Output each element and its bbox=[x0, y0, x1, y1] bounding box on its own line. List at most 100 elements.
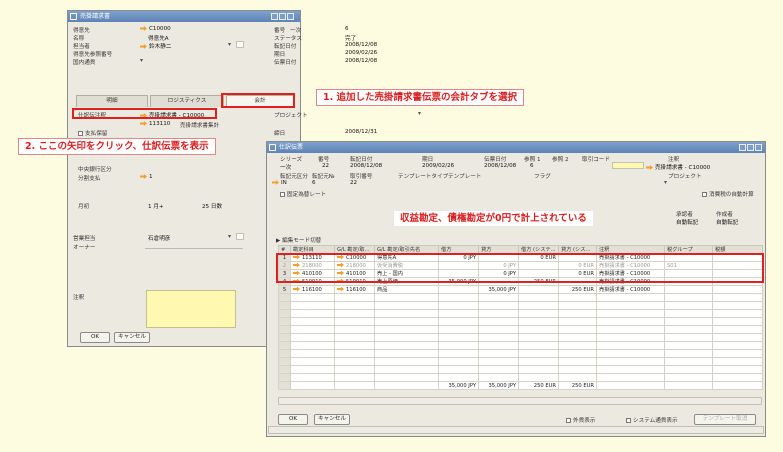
tab-logistics[interactable]: ロジスティクス bbox=[150, 95, 224, 107]
journal-remark-value[interactable]: 売掛請求書 - C10000 bbox=[646, 163, 710, 171]
document-date[interactable]: 2008/12/08 bbox=[345, 58, 377, 64]
table-cell bbox=[518, 309, 559, 318]
due-date-value[interactable]: 2009/02/26 bbox=[422, 163, 454, 169]
empty-row[interactable] bbox=[278, 293, 763, 302]
owner-field[interactable] bbox=[145, 242, 243, 249]
doc-number[interactable]: 6 bbox=[345, 26, 349, 32]
table-cell bbox=[290, 381, 335, 390]
horizontal-scrollbar[interactable] bbox=[278, 397, 762, 405]
empty-row[interactable] bbox=[278, 309, 763, 318]
contact-detail-button[interactable] bbox=[236, 41, 244, 48]
table-cell bbox=[712, 325, 763, 334]
due-days[interactable]: 25 日数 bbox=[202, 202, 222, 210]
link-arrow-icon[interactable] bbox=[140, 121, 147, 126]
sales-rep-detail-button[interactable] bbox=[236, 233, 244, 240]
empty-row[interactable] bbox=[278, 373, 763, 382]
window-scrollbar[interactable] bbox=[268, 426, 764, 434]
checkbox[interactable] bbox=[566, 418, 571, 423]
due-basis-label: 月初 bbox=[78, 204, 90, 210]
table-cell[interactable]: 売掛請求書 - C10000 bbox=[596, 285, 665, 294]
table-cell[interactable] bbox=[518, 285, 559, 294]
table-cell[interactable] bbox=[712, 285, 763, 294]
checkbox[interactable] bbox=[626, 418, 631, 423]
link-arrow-icon[interactable] bbox=[140, 26, 147, 31]
table-cell bbox=[518, 317, 559, 326]
author-value: 自動転記 bbox=[716, 220, 739, 226]
table-cell[interactable]: 250 EUR bbox=[558, 285, 597, 294]
auto-tax-option[interactable]: 消費税の自動計算 bbox=[702, 190, 754, 198]
table-cell bbox=[518, 349, 559, 358]
customer-name-field[interactable]: 得意先A bbox=[148, 34, 169, 42]
checkbox[interactable] bbox=[280, 192, 285, 197]
series-value[interactable]: 一次 bbox=[280, 163, 291, 171]
table-cell[interactable]: 35,000 JPY bbox=[478, 285, 519, 294]
table-cell bbox=[478, 325, 519, 334]
checkbox[interactable] bbox=[702, 192, 707, 197]
due-date[interactable]: 2009/02/26 bbox=[345, 50, 377, 56]
sales-rep-field[interactable]: 石倉明彦 bbox=[148, 234, 170, 242]
link-arrow-icon[interactable] bbox=[272, 180, 279, 185]
close-button[interactable] bbox=[755, 144, 762, 151]
ref1-value[interactable]: 6 bbox=[530, 163, 534, 169]
checkbox[interactable] bbox=[78, 131, 83, 136]
due-month[interactable]: 1 月+ bbox=[148, 202, 164, 210]
empty-row[interactable] bbox=[278, 357, 763, 366]
cancel-button[interactable]: キャンセル bbox=[114, 332, 150, 343]
maximize-button[interactable] bbox=[747, 144, 754, 151]
remark-field[interactable] bbox=[146, 290, 236, 328]
system-currency-option[interactable]: システム通貨表示 bbox=[626, 416, 678, 424]
close-button[interactable] bbox=[287, 13, 294, 20]
table-cell: 35,000 JPY bbox=[478, 381, 519, 390]
chevron-down-icon[interactable]: ▾ bbox=[228, 233, 231, 240]
control-account-field[interactable]: 113110 bbox=[140, 121, 170, 127]
sales-invoice-titlebar[interactable]: 売掛請求書 bbox=[68, 11, 300, 22]
link-arrow-icon[interactable] bbox=[337, 286, 344, 292]
table-cell[interactable] bbox=[664, 285, 713, 294]
table-cell bbox=[290, 365, 335, 374]
table-cell bbox=[438, 357, 479, 366]
link-arrow-icon[interactable] bbox=[646, 165, 653, 170]
journal-entry-titlebar[interactable]: 仕訳伝票 bbox=[267, 142, 765, 153]
customer-code-field[interactable]: C10000 bbox=[140, 26, 171, 32]
chevron-down-icon[interactable]: ▾ bbox=[228, 41, 231, 48]
minimize-button[interactable] bbox=[739, 144, 746, 151]
table-cell[interactable]: 商品 bbox=[374, 285, 439, 294]
journal-cancel-button[interactable]: キャンセル bbox=[314, 414, 350, 425]
minimize-button[interactable] bbox=[271, 13, 278, 20]
chevron-down-icon[interactable]: ▾ bbox=[140, 57, 143, 64]
journal-ok-button[interactable]: OK bbox=[278, 414, 308, 425]
empty-row[interactable] bbox=[278, 365, 763, 374]
table-cell[interactable] bbox=[438, 285, 479, 294]
posting-date[interactable]: 2008/12/08 bbox=[345, 42, 377, 48]
empty-row[interactable] bbox=[278, 333, 763, 342]
table-cell[interactable]: 116100 bbox=[334, 285, 375, 294]
doc-date-value[interactable]: 2008/12/08 bbox=[484, 163, 516, 169]
payment-hold-option[interactable]: 支払保留 bbox=[78, 129, 107, 137]
transaction-code-field[interactable] bbox=[612, 162, 644, 169]
origin-field[interactable]: IN bbox=[272, 180, 287, 186]
chevron-down-icon[interactable]: ▾ bbox=[664, 179, 667, 186]
edit-mode-toggle[interactable]: ▶ 編集モード切替 bbox=[276, 236, 321, 244]
posting-date-value[interactable]: 2008/12/08 bbox=[350, 163, 382, 169]
empty-row[interactable] bbox=[278, 317, 763, 326]
maximize-button[interactable] bbox=[279, 13, 286, 20]
table-cell bbox=[478, 373, 519, 382]
link-arrow-icon[interactable] bbox=[140, 44, 147, 49]
chevron-down-icon[interactable]: ▾ bbox=[418, 110, 421, 117]
link-arrow-icon[interactable] bbox=[140, 174, 147, 179]
tab-details[interactable]: 明細 bbox=[76, 95, 148, 107]
contact-field[interactable]: 鈴木静二 bbox=[140, 42, 171, 50]
empty-row[interactable] bbox=[278, 325, 763, 334]
installment-field[interactable]: 1 bbox=[140, 174, 153, 180]
table-cell[interactable]: 116100 bbox=[290, 285, 335, 294]
fixed-rate-option[interactable]: 固定為替レート bbox=[280, 190, 326, 198]
empty-row[interactable] bbox=[278, 349, 763, 358]
cancel-template-button[interactable]: テンプレート取消 bbox=[694, 414, 756, 425]
table-row[interactable]: 5 116100 116100 商品 35,000 JPY 250 EUR 売掛請求書 - … bbox=[278, 285, 763, 294]
link-arrow-icon[interactable] bbox=[293, 286, 300, 292]
empty-row[interactable] bbox=[278, 341, 763, 350]
foreign-currency-option[interactable]: 外貨表示 bbox=[566, 416, 595, 424]
empty-row[interactable] bbox=[278, 301, 763, 310]
ok-button[interactable]: OK bbox=[80, 332, 110, 343]
row-number[interactable]: 5 bbox=[278, 285, 291, 294]
